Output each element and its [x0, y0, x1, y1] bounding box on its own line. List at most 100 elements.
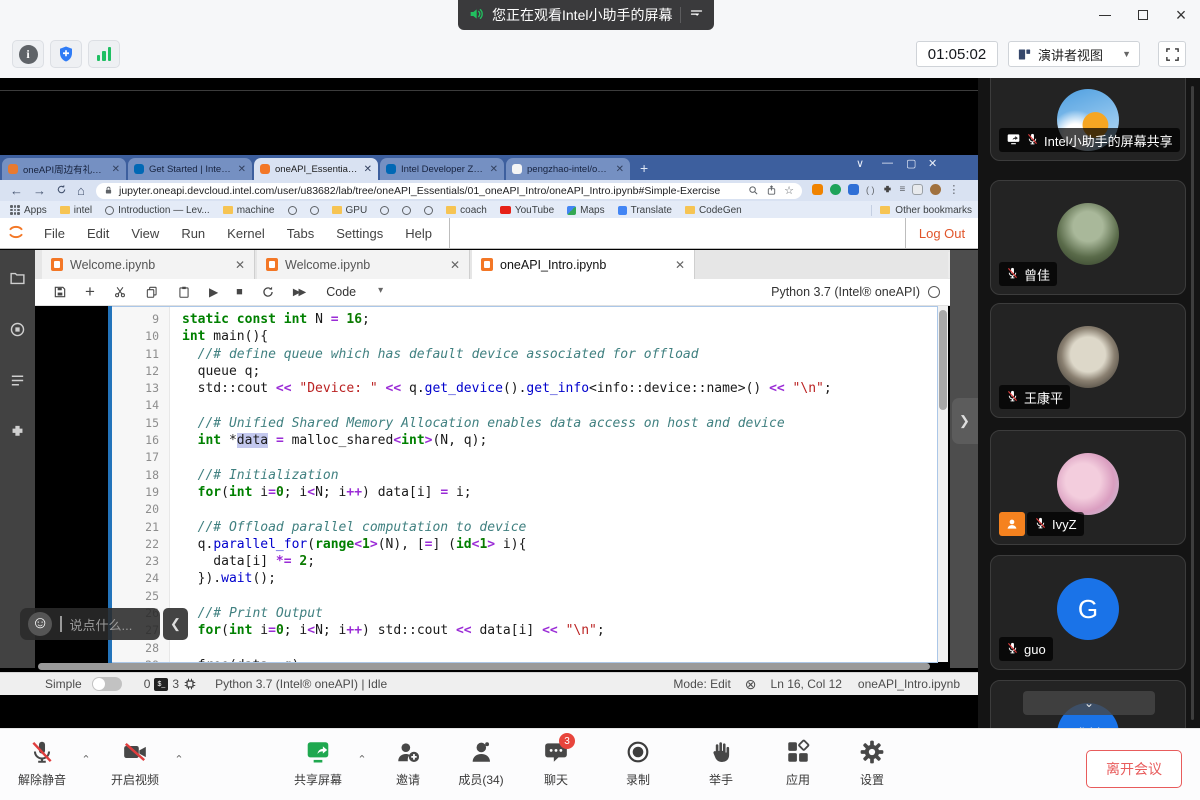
run-cell-button[interactable]: ▶	[209, 285, 218, 299]
network-quality-button[interactable]	[88, 40, 120, 68]
sidebar-collapse-handle[interactable]: ❯	[952, 398, 978, 444]
browser-minimize-button[interactable]: —	[882, 157, 893, 169]
toolbar-apps[interactable]: 应用	[785, 739, 811, 788]
simple-mode-toggle[interactable]	[92, 677, 122, 691]
browser-maximize-button[interactable]: ▢	[906, 157, 916, 170]
code-cell[interactable]: 9static const int N = 16;10int main(){11…	[112, 306, 938, 663]
bookmark-item[interactable]	[310, 205, 319, 216]
browser-tab-search-icon[interactable]: ∨	[856, 157, 864, 170]
kernel-name[interactable]: Python 3.7 (Intel® oneAPI)	[771, 285, 920, 299]
menu-edit[interactable]: Edit	[76, 226, 120, 241]
toolbar-invite[interactable]: 邀请	[395, 739, 421, 788]
refresh-button[interactable]	[56, 183, 67, 198]
code-line[interactable]: 23 data[i] *= 2;	[112, 553, 937, 570]
cut-cell-button[interactable]	[113, 285, 127, 299]
code-line[interactable]: 18 //# Initialization	[112, 467, 937, 484]
bookmark-item[interactable]: YouTube	[500, 205, 554, 216]
browser-tab[interactable]: Get Started | Intel® DevCloud✕	[128, 158, 252, 180]
bookmark-item[interactable]	[380, 205, 389, 216]
menu-file[interactable]: File	[33, 226, 76, 241]
menu-kernel[interactable]: Kernel	[216, 226, 276, 241]
chat-collapse-button[interactable]: ❮	[163, 608, 188, 640]
close-button[interactable]: ×	[1164, 0, 1198, 30]
toolbar-unmute[interactable]: 解除静音	[18, 739, 66, 788]
toolbar-start-video[interactable]: 开启视频	[111, 739, 159, 788]
notebook-tab[interactable]: oneAPI_Intro.ipynb✕	[472, 250, 695, 279]
tab-close-icon[interactable]: ✕	[364, 164, 372, 175]
notebook-tab[interactable]: Welcome.ipynb✕	[42, 250, 255, 279]
emoji-icon[interactable]	[28, 612, 52, 636]
code-line[interactable]: 11 //# define queue which has default de…	[112, 346, 937, 363]
zoom-icon[interactable]	[748, 185, 759, 196]
bookmark-item[interactable]	[402, 205, 411, 216]
cursor-position[interactable]: Ln 16, Col 12	[771, 677, 842, 691]
url-bar[interactable]: jupyter.oneapi.devcloud.intel.com/user/u…	[96, 183, 802, 199]
code-line[interactable]: 19 for(int i=0; i<N; i++) data[i] = i;	[112, 484, 937, 501]
save-button[interactable]	[53, 285, 67, 299]
code-line[interactable]: 27 for(int i=0; i<N; i++) std::cout << d…	[112, 622, 937, 639]
code-line[interactable]: 21 //# Offload parallel computation to d…	[112, 519, 937, 536]
toolbar-start-video-options[interactable]: ⌃	[174, 753, 183, 766]
participant-tile[interactable]: 曾佳	[990, 180, 1186, 295]
sidebar-scrollbar[interactable]	[1191, 86, 1194, 720]
menu-tabs[interactable]: Tabs	[276, 226, 325, 241]
bookmark-star-icon[interactable]: ☆	[784, 184, 794, 197]
code-line[interactable]: 16 int *data = malloc_shared<int>(N, q);	[112, 432, 937, 449]
stop-kernel-button[interactable]: ■	[236, 286, 243, 298]
banner-menu-icon[interactable]	[689, 6, 704, 24]
code-line[interactable]: 26 //# Print Output	[112, 605, 937, 622]
bookmark-item[interactable]	[288, 205, 297, 216]
home-button[interactable]: ⌂	[77, 183, 85, 198]
toolbar-share-screen[interactable]: 共享屏幕	[294, 739, 342, 788]
maximize-button[interactable]	[1126, 0, 1160, 30]
tab-close-icon[interactable]: ✕	[235, 258, 245, 272]
code-line[interactable]: 14	[112, 397, 937, 414]
kernel-count[interactable]: 3	[172, 677, 179, 691]
toolbar-share-screen-options[interactable]: ⌃	[357, 753, 366, 766]
notebook-vertical-scrollbar[interactable]	[938, 306, 948, 662]
kernel-status-text[interactable]: Python 3.7 (Intel® oneAPI) | Idle	[215, 677, 387, 691]
security-button[interactable]	[50, 40, 82, 68]
menu-help[interactable]: Help	[394, 226, 443, 241]
tab-close-icon[interactable]: ✕	[616, 164, 624, 175]
bookmark-item[interactable]: GPU	[332, 205, 368, 216]
command-palette-icon[interactable]	[9, 372, 26, 389]
browser-avatar[interactable]	[930, 184, 941, 195]
cell-type-dropdown[interactable]: Code▾	[326, 285, 383, 299]
bookmark-item[interactable]: CodeGen	[685, 205, 742, 216]
kernel-status-icon[interactable]	[928, 286, 940, 298]
participant-tile[interactable]: Intel小助手的屏幕共享	[990, 78, 1186, 161]
participant-tile[interactable]: 盛楠⌄	[990, 680, 1186, 728]
bookmark-item[interactable]: coach	[446, 205, 487, 216]
extension-icon[interactable]: ( )	[866, 185, 875, 195]
participant-tile[interactable]: Gguo	[990, 555, 1186, 670]
code-line[interactable]: 15 //# Unified Shared Memory Allocation …	[112, 415, 937, 432]
code-line[interactable]: 9static const int N = 16;	[112, 311, 937, 328]
browser-tab[interactable]: oneAPI周边有礼：美卡1介绍_哔...✕	[2, 158, 126, 180]
chat-quick-input[interactable]: 说点什么...	[20, 608, 160, 640]
code-line[interactable]: 25	[112, 588, 937, 605]
side-panel-icon[interactable]	[912, 184, 923, 195]
restart-kernel-button[interactable]	[261, 285, 275, 299]
extension-icon[interactable]	[848, 184, 859, 195]
code-line[interactable]: 17	[112, 449, 937, 466]
logout-button[interactable]: Log Out	[905, 218, 978, 249]
bookmark-item[interactable]: Translate	[618, 205, 672, 216]
tab-close-icon[interactable]: ✕	[450, 258, 460, 272]
code-line[interactable]: 22 q.parallel_for(range<1>(N), [=] (id<1…	[112, 536, 937, 553]
terminal-count[interactable]: 0	[144, 677, 151, 691]
bookmark-item[interactable]: Apps	[10, 205, 47, 216]
leave-meeting-button[interactable]: 离开会议	[1086, 750, 1182, 788]
browser-tab[interactable]: Intel Developer Zone✕	[380, 158, 504, 180]
menu-settings[interactable]: Settings	[325, 226, 394, 241]
reading-list-icon[interactable]: ≡	[900, 184, 906, 195]
extension-icon[interactable]	[830, 184, 841, 195]
browser-tab[interactable]: oneAPI_Essentia (3) - JupyterLab✕	[254, 158, 378, 180]
scroll-down-indicator[interactable]: ⌄	[1023, 691, 1155, 715]
toolbar-chat[interactable]: 3聊天	[543, 739, 569, 788]
tab-close-icon[interactable]: ✕	[490, 164, 498, 175]
code-line[interactable]: 24 }).wait();	[112, 570, 937, 587]
paste-cell-button[interactable]	[177, 285, 191, 299]
participant-tile[interactable]: 王康平	[990, 303, 1186, 418]
other-bookmarks[interactable]: Other bookmarks	[871, 205, 972, 216]
